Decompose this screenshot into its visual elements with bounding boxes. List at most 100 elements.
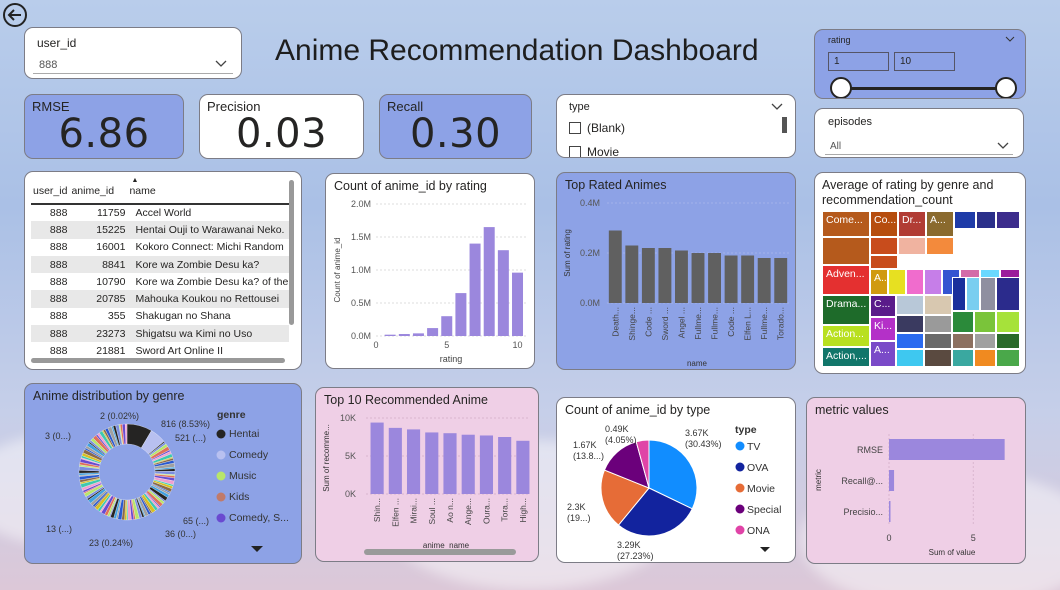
table-row[interactable]: 888 355 Shakugan no Shana <box>31 308 289 325</box>
treemap-cell[interactable] <box>924 295 952 315</box>
cell-anime-id: 10790 <box>96 275 126 288</box>
table-row[interactable]: 888 15225 Hentai Ouji to Warawanai Neko. <box>31 221 289 239</box>
table-row[interactable]: 888 10790 Kore wa Zombie Desu ka? of the <box>31 273 289 290</box>
treemap-cell[interactable] <box>974 333 996 349</box>
type-option-movie[interactable]: Movie <box>569 145 619 157</box>
cell-name: Shigatsu wa Kimi no Uso <box>127 325 289 343</box>
treemap-cell[interactable] <box>954 211 976 229</box>
legend-marker <box>216 513 226 523</box>
type-slicer-label: type <box>569 101 590 113</box>
table-row[interactable]: 888 11759 Accel World <box>31 204 289 221</box>
treemap-cell[interactable]: A... <box>870 269 888 295</box>
treemap-cell[interactable] <box>996 277 1020 311</box>
user-id-dropdown[interactable]: 888 <box>33 56 233 74</box>
treemap-cell[interactable]: Co... <box>870 211 898 237</box>
treemap-cell[interactable] <box>924 333 952 349</box>
horizontal-scrollbar[interactable] <box>31 358 285 363</box>
treemap-cell[interactable]: C... <box>870 295 896 317</box>
treemap-cell[interactable]: Come... <box>822 211 870 237</box>
treemap-cell[interactable] <box>926 237 954 255</box>
treemap-cell[interactable] <box>966 277 980 311</box>
treemap-cell[interactable]: Ki... <box>870 317 896 341</box>
treemap-cell[interactable] <box>952 277 966 311</box>
rating-max-input[interactable]: 10 <box>894 52 955 71</box>
rating-slider-track[interactable] <box>839 87 1007 90</box>
treemap-cell[interactable]: Dr... <box>898 211 926 237</box>
treemap-cell[interactable] <box>996 349 1020 367</box>
treemap-cell[interactable] <box>976 211 996 229</box>
treemap-cell[interactable]: Drama... <box>822 295 870 325</box>
bar <box>479 435 494 494</box>
treemap-cell[interactable] <box>896 315 924 333</box>
x-tick-label: Shinge... <box>627 307 637 341</box>
table-row[interactable]: 888 23273 Shigatsu wa Kimi no Uso <box>31 325 289 343</box>
treemap-cell[interactable] <box>898 237 926 255</box>
table-row[interactable]: 888 16001 Kokoro Connect: Michi Random <box>31 239 289 256</box>
treemap-cell[interactable] <box>896 349 924 367</box>
user-id-slicer[interactable]: user_id 888 <box>24 27 242 79</box>
y-tick-label: RMSE <box>857 445 883 455</box>
column-header-user-id[interactable]: user_id <box>31 178 70 205</box>
legend-title: genre <box>217 409 246 421</box>
treemap-cell[interactable] <box>906 269 924 295</box>
bar <box>757 258 771 303</box>
chevron-down-icon[interactable] <box>1005 36 1015 43</box>
treemap-cell[interactable] <box>952 311 974 333</box>
chevron-down-icon[interactable] <box>771 103 783 111</box>
treemap-cell[interactable] <box>996 311 1020 333</box>
treemap-cell[interactable] <box>888 269 906 295</box>
treemap-cell[interactable] <box>980 277 996 311</box>
bar <box>384 334 396 336</box>
treemap-cell-label: A... <box>874 272 887 284</box>
legend-marker <box>735 462 745 472</box>
treemap-cell[interactable]: Action... <box>822 325 870 347</box>
treemap-cell[interactable] <box>822 237 870 265</box>
column-header-name[interactable]: name ▲ <box>127 177 289 205</box>
episodes-dropdown[interactable]: All <box>825 137 1013 155</box>
type-slicer[interactable]: type (Blank) Movie <box>556 94 796 158</box>
bar <box>497 250 509 336</box>
checkbox[interactable] <box>569 122 581 134</box>
x-axis-label: name <box>687 359 708 368</box>
y-tick-label: 5K <box>345 451 356 461</box>
back-button[interactable] <box>3 3 27 27</box>
treemap-cell[interactable] <box>974 311 996 333</box>
scrollbar[interactable] <box>782 117 787 133</box>
column-header-anime-id[interactable]: anime_id <box>69 178 128 205</box>
treemap-cell[interactable]: Action,... <box>822 347 870 367</box>
cell-anime-id: 23273 <box>69 325 128 343</box>
cell-name: Kore wa Zombie Desu ka? <box>127 255 289 274</box>
treemap-cell[interactable] <box>952 333 974 349</box>
treemap-cell[interactable] <box>952 349 974 367</box>
count-by-rating-chart: Count of anime_id by rating 0.0M 0.5M 1.0M… <box>325 173 535 369</box>
table-row[interactable]: 888 8841 Kore wa Zombie Desu ka? <box>31 255 289 274</box>
rating-slider-max-handle[interactable] <box>995 77 1017 98</box>
treemap-cell[interactable] <box>924 315 952 333</box>
genre-donut-plot: 816 (8.53%) 521 (...) 65 (...) 36 (0...) 23 … <box>45 409 289 552</box>
treemap-cell[interactable]: A... <box>870 341 896 367</box>
treemap-cell[interactable]: Adven... <box>822 265 870 295</box>
type-option-blank[interactable]: (Blank) <box>569 121 625 137</box>
treemap-cell[interactable] <box>924 269 942 295</box>
rating-slicer[interactable]: rating 1 10 <box>814 29 1026 99</box>
treemap-cell[interactable] <box>974 349 996 367</box>
treemap-cell[interactable] <box>924 349 952 367</box>
rating-min-input[interactable]: 1 <box>828 52 889 71</box>
x-tick-label: Ange... <box>463 498 473 525</box>
rating-slider-min-handle[interactable] <box>830 77 852 98</box>
legend-label: TV <box>747 441 760 453</box>
more-legend-arrow-icon <box>251 546 263 552</box>
bar <box>512 272 524 336</box>
treemap-cell[interactable] <box>896 333 924 349</box>
treemap-cell[interactable] <box>870 237 898 255</box>
table-row[interactable]: 888 20785 Mahouka Koukou no Rettousei <box>31 290 289 308</box>
treemap-cell[interactable] <box>870 255 898 269</box>
treemap-cell[interactable] <box>996 333 1020 349</box>
treemap-cell[interactable] <box>896 295 924 315</box>
bar <box>469 243 481 336</box>
vertical-scrollbar[interactable] <box>289 180 294 325</box>
checkbox[interactable] <box>569 146 581 157</box>
treemap-cell[interactable] <box>996 211 1020 229</box>
episodes-slicer[interactable]: episodes All <box>814 108 1024 158</box>
treemap-cell[interactable]: A... <box>926 211 954 237</box>
